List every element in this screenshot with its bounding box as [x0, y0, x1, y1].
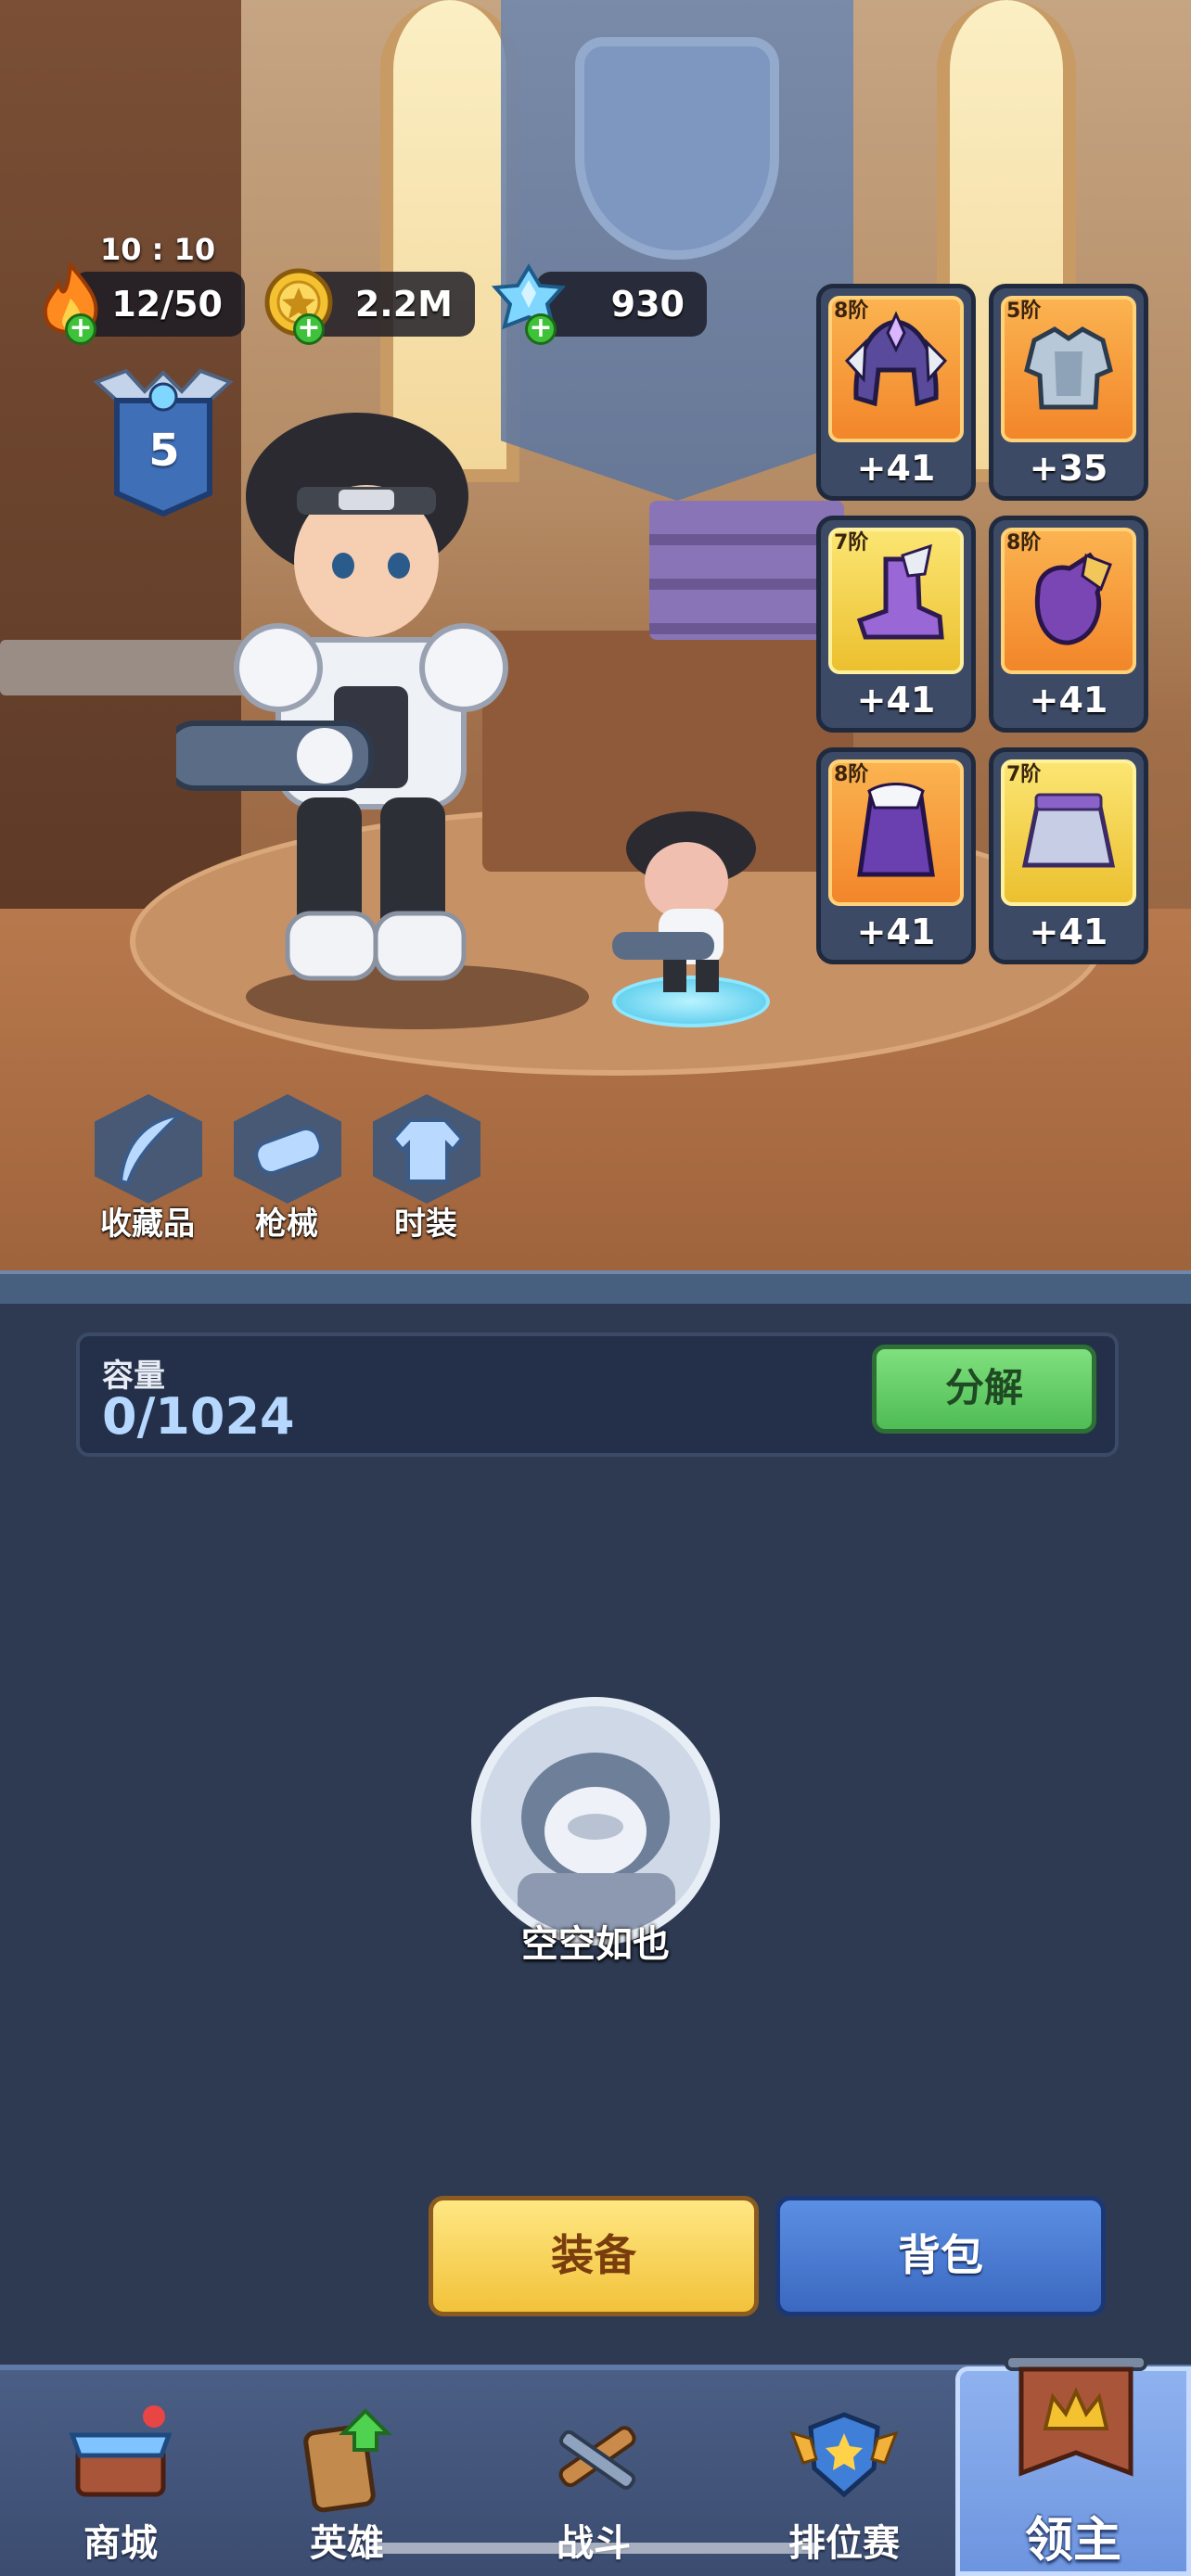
empty-state-text: 空空如也: [521, 1923, 670, 1966]
jacket-icon: [391, 1118, 465, 1183]
guns-label: 枪械: [255, 1205, 318, 1243]
rank-level: 5: [148, 425, 180, 477]
bonus-value: +41: [1029, 912, 1108, 952]
crystal-value: 930: [610, 284, 685, 325]
banner-emblem: [575, 37, 779, 260]
tier-label: 7阶: [1006, 763, 1042, 786]
cannon-icon: [254, 1126, 323, 1176]
nav-battle-label: 战斗: [492, 2513, 696, 2567]
nav-ranked-label: 排位赛: [788, 2522, 900, 2565]
add-crystal-icon[interactable]: +: [525, 313, 557, 345]
hero-card-icon: [303, 2408, 392, 2513]
equipment-slot-armor[interactable]: 5阶 +35: [989, 284, 1148, 501]
penguin-icon: [518, 1753, 675, 1936]
bag-tab-button[interactable]: 背包: [775, 2196, 1106, 2316]
bonus-value: +41: [1029, 680, 1108, 721]
collection-label: 收藏品: [100, 1205, 195, 1243]
tier-label: 5阶: [1006, 300, 1042, 323]
bonus-value: +41: [856, 448, 936, 489]
gold-value: 2.2M: [354, 284, 453, 325]
home-indicator[interactable]: [371, 2543, 820, 2554]
capacity-value: 0/1024: [102, 1387, 295, 1446]
bonus-value: +41: [856, 912, 936, 952]
fashion-button[interactable]: 时装: [365, 1094, 486, 1243]
nav-heroes-label: 英雄: [310, 2522, 384, 2565]
bonus-value: +41: [856, 680, 936, 721]
tier-label: 8阶: [1006, 531, 1042, 555]
nav-shop-label: 商城: [83, 2522, 158, 2565]
add-gold-icon[interactable]: +: [293, 313, 325, 345]
empty-state-illustration: [471, 1697, 720, 1945]
crossed-weapons-icon: [558, 2426, 636, 2490]
equipment-slot-helmet[interactable]: 8阶 +41: [816, 284, 976, 501]
tier-label: 7阶: [834, 531, 869, 555]
nav-shop[interactable]: 商城: [19, 2392, 223, 2576]
tier-label: 8阶: [834, 763, 869, 786]
guns-button[interactable]: 枪械: [226, 1094, 347, 1243]
pet-character[interactable]: [612, 807, 761, 1001]
equipment-slot-boots[interactable]: 7阶 +41: [816, 516, 976, 733]
nav-lord-label: 领主: [1024, 2513, 1121, 2569]
collection-button[interactable]: 收藏品: [87, 1094, 208, 1243]
lord-banner-icon: [1005, 2354, 1147, 2477]
energy-value: 12/50: [111, 284, 223, 325]
equipment-slot-skirt[interactable]: 7阶 +41: [989, 747, 1148, 964]
shield-wings-icon: [789, 2412, 899, 2498]
fashion-label: 时装: [394, 1205, 457, 1243]
equipment-slot-cape[interactable]: 8阶 +41: [816, 747, 976, 964]
equip-tab-button[interactable]: 装备: [429, 2196, 759, 2316]
clock-time: 10 : 10: [100, 232, 216, 267]
book-stack: [649, 501, 844, 640]
bonus-value: +35: [1029, 448, 1108, 489]
feather-icon: [118, 1112, 186, 1186]
tier-label: 8阶: [834, 300, 869, 323]
panel-divider: [0, 1270, 1191, 1304]
add-energy-icon[interactable]: +: [65, 313, 96, 345]
shop-icon: [69, 2405, 173, 2497]
nav-lord[interactable]: 领主: [955, 2354, 1191, 2576]
equipment-slot-gauntlet[interactable]: 8阶 +41: [989, 516, 1148, 733]
decompose-button[interactable]: 分解: [872, 1345, 1096, 1434]
